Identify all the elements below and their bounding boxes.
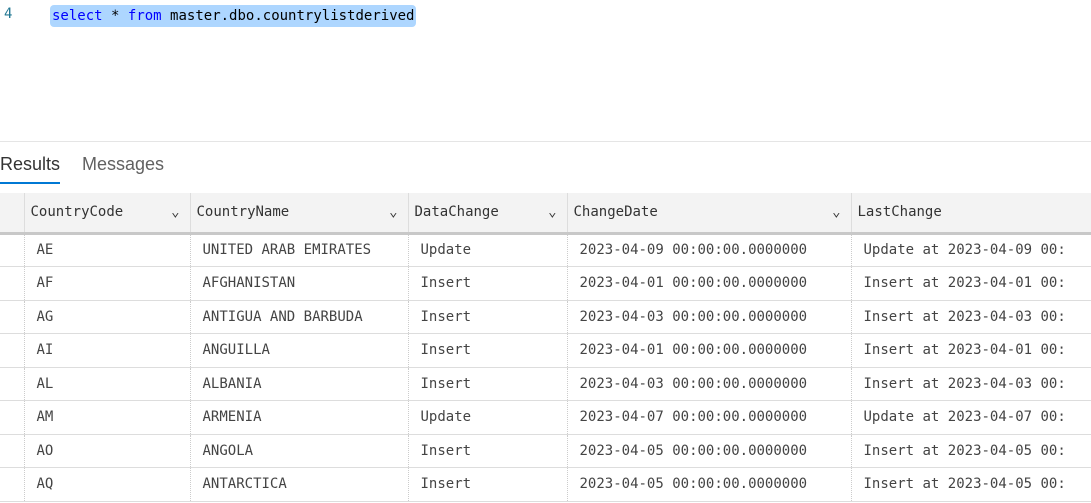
cell-countryname[interactable]: ALBANIA	[190, 367, 409, 401]
cell-changedate[interactable]: 2023-04-05 00:00:00.0000000	[567, 434, 852, 468]
table-row[interactable]: AG ANTIGUA AND BARBUDA Insert 2023-04-03 00…	[0, 300, 1091, 334]
column-header-countryname[interactable]: CountryName ⌄	[190, 193, 409, 235]
cell-changedate[interactable]: 2023-04-03 00:00:00.0000000	[567, 367, 852, 401]
row-selector[interactable]	[0, 467, 25, 502]
result-tabs: Results Messages	[0, 150, 300, 186]
cell-changedate[interactable]: 2023-04-05 00:00:00.0000000	[567, 467, 852, 502]
cell-lastchange[interactable]: Update at 2023-04-07 00:	[851, 400, 1091, 435]
cell-datachange[interactable]: Insert	[408, 300, 568, 334]
row-selector[interactable]	[0, 434, 25, 468]
cell-datachange[interactable]: Insert	[408, 467, 568, 502]
cell-countrycode[interactable]: AF	[24, 266, 191, 301]
cell-lastchange[interactable]: Insert at 2023-04-03 00:	[851, 367, 1091, 401]
cell-countryname[interactable]: UNITED ARAB EMIRATES	[190, 233, 409, 267]
cell-countrycode[interactable]: AM	[24, 400, 191, 435]
cell-changedate[interactable]: 2023-04-01 00:00:00.0000000	[567, 333, 852, 368]
cell-datachange[interactable]: Insert	[408, 266, 568, 301]
table-row[interactable]: AM ARMENIA Update 2023-04-07 00:00:00.00000…	[0, 400, 1091, 435]
line-number: 4	[4, 6, 13, 22]
cell-lastchange[interactable]: Insert at 2023-04-01 00:	[851, 333, 1091, 368]
column-header-countrycode[interactable]: CountryCode ⌄	[24, 193, 191, 235]
cell-countryname[interactable]: AFGHANISTAN	[190, 266, 409, 301]
row-selector[interactable]	[0, 333, 25, 368]
keyword-from: from	[127, 8, 162, 24]
cell-countryname[interactable]: ANGOLA	[190, 434, 409, 468]
star: *	[111, 8, 120, 24]
results-grid: CountryCode ⌄ CountryName ⌄ DataChange ⌄ Chang…	[0, 193, 1091, 502]
cell-lastchange[interactable]: Insert at 2023-04-05 00:	[851, 434, 1091, 468]
column-header-label: DataChange	[414, 204, 499, 221]
row-selector[interactable]	[0, 400, 25, 435]
column-header-lastchange[interactable]: LastChange	[851, 193, 1091, 235]
cell-countrycode[interactable]: AI	[24, 333, 191, 368]
selected-query-text[interactable]: select * from master.dbo.countrylistderi…	[50, 5, 417, 27]
tab-messages[interactable]: Messages	[82, 154, 164, 175]
row-selector[interactable]	[0, 233, 25, 267]
table-row[interactable]: AF AFGHANISTAN Insert 2023-04-01 00:00:00.0…	[0, 266, 1091, 301]
cell-countryname[interactable]: ANTIGUA AND BARBUDA	[190, 300, 409, 334]
cell-lastchange[interactable]: Update at 2023-04-09 00:	[851, 233, 1091, 267]
chevron-down-icon[interactable]: ⌄	[548, 204, 556, 220]
cell-datachange[interactable]: Update	[408, 400, 568, 435]
table-row[interactable]: AE UNITED ARAB EMIRATES Update 2023-04-09 0…	[0, 233, 1091, 267]
cell-countrycode[interactable]: AL	[24, 367, 191, 401]
cell-lastchange[interactable]: Insert at 2023-04-05 00:	[851, 467, 1091, 502]
cell-datachange[interactable]: Insert	[408, 367, 568, 401]
column-header-label: CountryName	[196, 204, 290, 221]
cell-changedate[interactable]: 2023-04-03 00:00:00.0000000	[567, 300, 852, 334]
cell-countryname[interactable]: ARMENIA	[190, 400, 409, 435]
row-selector-header[interactable]	[0, 193, 25, 235]
column-header-datachange[interactable]: DataChange ⌄	[408, 193, 568, 235]
row-selector[interactable]	[0, 367, 25, 401]
tab-results[interactable]: Results	[0, 154, 61, 184]
cell-changedate[interactable]: 2023-04-09 00:00:00.0000000	[567, 233, 852, 267]
chevron-down-icon[interactable]: ⌄	[832, 204, 840, 220]
keyword-select: select	[52, 8, 103, 24]
cell-datachange[interactable]: Insert	[408, 333, 568, 368]
table-row[interactable]: AL ALBANIA Insert 2023-04-03 00:00:00.00000…	[0, 367, 1091, 401]
query-editor[interactable]: 4 select * from master.dbo.countrylistde…	[0, 0, 1091, 142]
table-reference: master.dbo.countrylistderived	[170, 8, 415, 24]
cell-countryname[interactable]: ANTARCTICA	[190, 467, 409, 502]
cell-changedate[interactable]: 2023-04-07 00:00:00.0000000	[567, 400, 852, 435]
cell-datachange[interactable]: Update	[408, 233, 568, 267]
cell-countrycode[interactable]: AE	[24, 233, 191, 267]
column-header-changedate[interactable]: ChangeDate ⌄	[567, 193, 852, 235]
column-header-label: LastChange	[857, 204, 942, 221]
column-header-label: CountryCode	[30, 204, 124, 221]
cell-countrycode[interactable]: AO	[24, 434, 191, 468]
table-row[interactable]: AQ ANTARCTICA Insert 2023-04-05 00:00:00.00…	[0, 467, 1091, 502]
cell-lastchange[interactable]: Insert at 2023-04-01 00:	[851, 266, 1091, 301]
table-row[interactable]: AO ANGOLA Insert 2023-04-05 00:00:00.000000…	[0, 434, 1091, 468]
column-header-label: ChangeDate	[573, 204, 658, 221]
cell-countrycode[interactable]: AQ	[24, 467, 191, 502]
cell-datachange[interactable]: Insert	[408, 434, 568, 468]
row-selector[interactable]	[0, 300, 25, 334]
table-row[interactable]: AI ANGUILLA Insert 2023-04-01 00:00:00.0000…	[0, 333, 1091, 368]
row-selector[interactable]	[0, 266, 25, 301]
chevron-down-icon[interactable]: ⌄	[389, 204, 397, 220]
cell-changedate[interactable]: 2023-04-01 00:00:00.0000000	[567, 266, 852, 301]
cell-lastchange[interactable]: Insert at 2023-04-03 00:	[851, 300, 1091, 334]
cell-countryname[interactable]: ANGUILLA	[190, 333, 409, 368]
chevron-down-icon[interactable]: ⌄	[171, 204, 179, 220]
cell-countrycode[interactable]: AG	[24, 300, 191, 334]
